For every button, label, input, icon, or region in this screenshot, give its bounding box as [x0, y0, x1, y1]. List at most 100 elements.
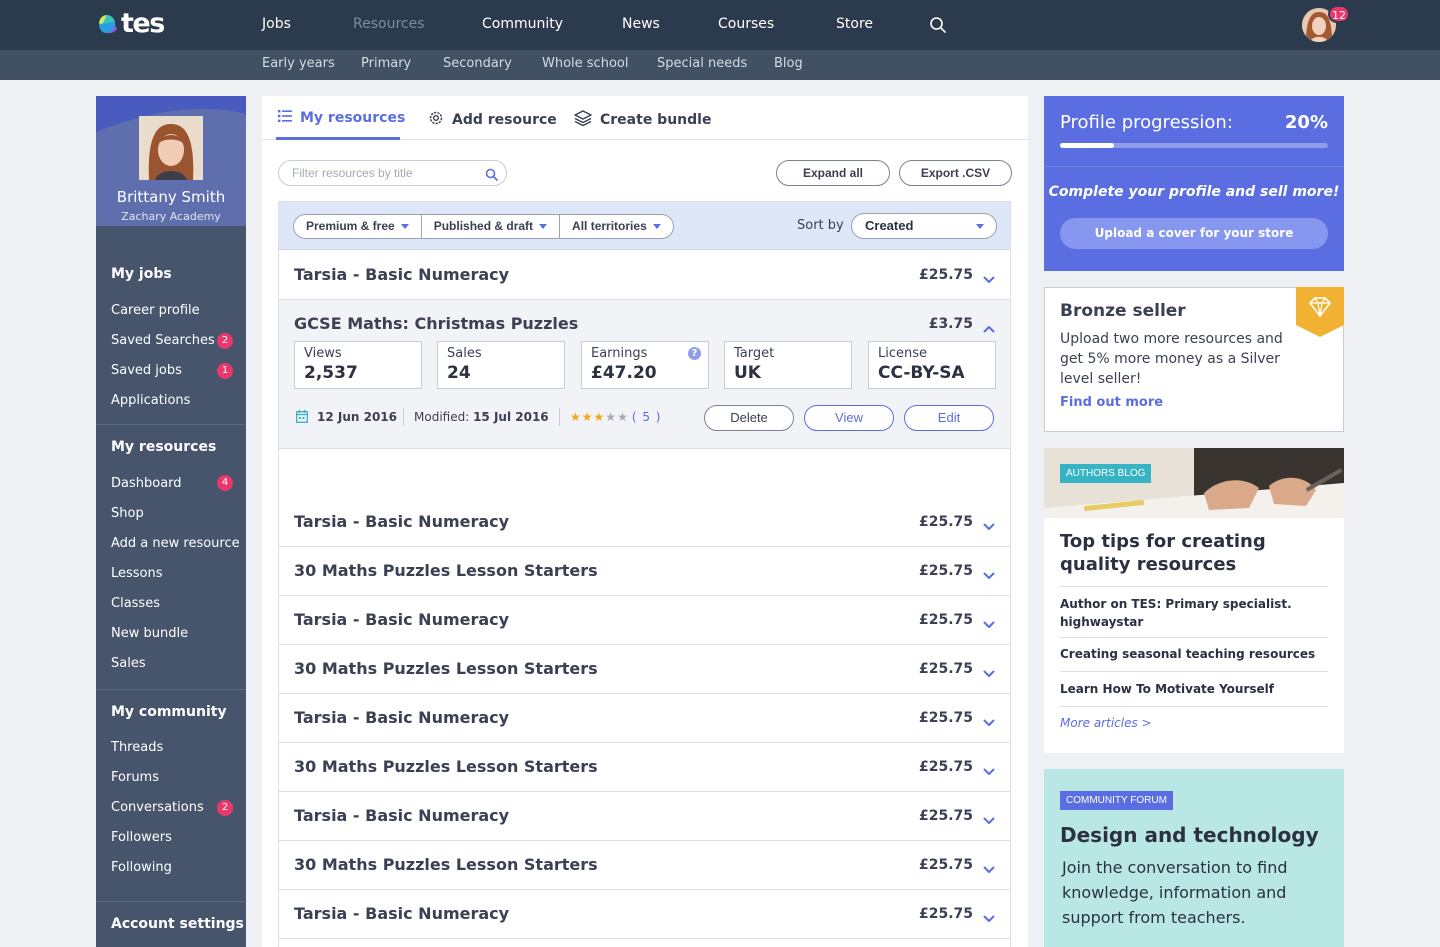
sidebar-item-followers[interactable]: Followers	[111, 830, 172, 845]
nav-community[interactable]: Community	[482, 16, 563, 32]
sidebar-item-career-profile[interactable]: Career profile	[111, 303, 200, 318]
resource-title[interactable]: 30 Maths Puzzles Lesson Starters	[294, 659, 598, 678]
progress-fill	[1060, 143, 1114, 148]
chevron-down-icon[interactable]	[983, 859, 995, 878]
chevron-down-icon[interactable]	[983, 269, 995, 288]
section-my-resources[interactable]: My resources	[111, 439, 216, 455]
resource-title[interactable]: Tarsia - Basic Numeracy	[294, 610, 509, 629]
resource-row[interactable]: Tarsia - Basic Numeracy £25.75	[279, 694, 1010, 743]
sidebar-item-following[interactable]: Following	[111, 860, 172, 875]
blog-image[interactable]	[1044, 448, 1344, 518]
resource-row[interactable]: Tarsia - Basic Numeracy £25.75	[279, 251, 1010, 300]
blog-article[interactable]: Creating seasonal teaching resources	[1060, 645, 1328, 663]
search-icon[interactable]	[485, 166, 498, 185]
resource-title[interactable]: 30 Maths Puzzles Lesson Starters	[294, 757, 598, 776]
nav-jobs[interactable]: Jobs	[262, 16, 291, 32]
resource-title[interactable]: GCSE Maths: Christmas Puzzles	[294, 314, 578, 333]
subnav-whole-school[interactable]: Whole school	[542, 56, 628, 71]
resource-title[interactable]: Tarsia - Basic Numeracy	[294, 708, 509, 727]
sidebar-item-saved-jobs[interactable]: Saved jobs	[111, 363, 182, 378]
sort-select[interactable]: Created	[851, 213, 997, 239]
tab-my-resources[interactable]: My resources	[278, 110, 405, 126]
sidebar-item-forums[interactable]: Forums	[111, 770, 159, 785]
sidebar-item-applications[interactable]: Applications	[111, 393, 190, 408]
more-articles-link[interactable]: More articles >	[1060, 716, 1152, 730]
chevron-up-icon[interactable]	[983, 318, 995, 337]
sidebar-item-conversations[interactable]: Conversations	[111, 800, 204, 815]
subnav-special-needs[interactable]: Special needs	[657, 56, 747, 71]
resource-row[interactable]: 30 Maths Puzzles Lesson Starters £25.75	[279, 547, 1010, 596]
sidebar-item-add-resource[interactable]: Add a new resource	[111, 536, 240, 551]
resource-row[interactable]: Tarsia - Basic Numeracy £25.75	[279, 596, 1010, 645]
subnav-blog[interactable]: Blog	[774, 56, 803, 71]
nav-courses[interactable]: Courses	[718, 16, 774, 32]
chevron-down-icon[interactable]	[983, 908, 995, 927]
resource-title[interactable]: Tarsia - Basic Numeracy	[294, 265, 509, 284]
nav-news[interactable]: News	[622, 16, 660, 32]
resource-row[interactable]: Tarsia - Basic Numeracy £25.75	[279, 792, 1010, 841]
subnav-early-years[interactable]: Early years	[262, 56, 335, 71]
resource-row[interactable]: 30 Maths Puzzles Lesson Starters £25.75	[279, 743, 1010, 792]
sidebar-item-threads[interactable]: Threads	[111, 740, 163, 755]
progression-title: Profile progression:	[1060, 112, 1233, 133]
created-date: 12 Jun 2016	[317, 410, 398, 424]
view-button[interactable]: View	[804, 405, 894, 431]
conversations-badge: 2	[217, 800, 233, 816]
filter-published-dropdown[interactable]: Published & draft	[422, 215, 561, 238]
export-csv-button[interactable]: Export .CSV	[899, 160, 1012, 186]
chevron-down-icon[interactable]	[983, 761, 995, 780]
rating-stars[interactable]: ★★★★★( 5 )	[570, 410, 661, 424]
tab-create-bundle[interactable]: Create bundle	[574, 110, 711, 130]
sidebar-item-new-bundle[interactable]: New bundle	[111, 626, 188, 641]
filter-input[interactable]	[292, 161, 487, 185]
blog-article[interactable]: Author on TES: Primary specialist. highw…	[1060, 595, 1328, 631]
resource-title[interactable]: Tarsia - Basic Numeracy	[294, 512, 509, 531]
resource-title[interactable]: 30 Maths Puzzles Lesson Starters	[294, 855, 598, 874]
sidebar-item-lessons[interactable]: Lessons	[111, 566, 163, 581]
section-my-jobs[interactable]: My jobs	[111, 266, 172, 282]
filter-territories-dropdown[interactable]: All territories	[560, 215, 673, 238]
help-icon[interactable]: ?	[688, 347, 701, 360]
tab-add-resource[interactable]: Add resource	[428, 110, 557, 130]
sidebar-item-classes[interactable]: Classes	[111, 596, 160, 611]
resource-title[interactable]: Tarsia - Basic Numeracy	[294, 904, 509, 923]
expand-all-button[interactable]: Expand all	[776, 160, 890, 186]
chevron-down-icon[interactable]	[983, 663, 995, 682]
resource-row[interactable]: 30 Maths Puzzles Lesson Starters £25.75	[279, 645, 1010, 694]
sidebar-item-dashboard[interactable]: Dashboard	[111, 476, 182, 491]
sidebar-item-saved-searches[interactable]: Saved Searches	[111, 333, 215, 348]
notification-badge[interactable]: 12	[1328, 5, 1350, 23]
chevron-down-icon[interactable]	[983, 614, 995, 633]
filter-premium-dropdown[interactable]: Premium & free	[294, 215, 422, 238]
delete-button[interactable]: Delete	[704, 405, 794, 431]
resource-title[interactable]: 30 Maths Puzzles Lesson Starters	[294, 561, 598, 580]
search-icon[interactable]	[929, 16, 947, 38]
chevron-down-icon[interactable]	[983, 516, 995, 535]
expanded-resource-row[interactable]: GCSE Maths: Christmas Puzzles £3.75 View…	[279, 300, 1010, 449]
section-account-settings[interactable]: Account settings	[111, 916, 244, 932]
sidebar-item-sales[interactable]: Sales	[111, 656, 146, 671]
subnav-primary[interactable]: Primary	[361, 56, 411, 71]
blog-title[interactable]: Top tips for creating quality resources	[1060, 530, 1328, 576]
chevron-down-icon[interactable]	[983, 810, 995, 829]
resource-title[interactable]: Tarsia - Basic Numeracy	[294, 806, 509, 825]
profile-photo[interactable]	[139, 116, 203, 180]
resource-row[interactable]: Tarsia - Basic Numeracy £25.75	[279, 498, 1010, 547]
filter-segments: Premium & free Published & draft All ter…	[293, 214, 674, 239]
chevron-down-icon[interactable]	[983, 712, 995, 731]
subnav-secondary[interactable]: Secondary	[443, 56, 512, 71]
section-my-community[interactable]: My community	[111, 704, 227, 720]
chevron-down-icon[interactable]	[983, 565, 995, 584]
edit-button[interactable]: Edit	[904, 405, 994, 431]
upload-cover-button[interactable]: Upload a cover for your store	[1060, 218, 1328, 249]
blog-article[interactable]: Learn How To Motivate Yourself	[1060, 680, 1328, 698]
resource-row[interactable]: Tarsia - Basic Numeracy £25.75	[279, 890, 1010, 939]
nav-store[interactable]: Store	[836, 16, 873, 32]
nav-resources[interactable]: Resources	[353, 16, 425, 32]
tes-logo[interactable]: tes	[97, 8, 165, 39]
stat-license: License CC-BY-SA	[868, 341, 996, 389]
find-out-more-link[interactable]: Find out more	[1060, 395, 1163, 410]
sidebar-item-shop[interactable]: Shop	[111, 506, 144, 521]
forum-title[interactable]: Design and technology	[1060, 823, 1319, 847]
resource-row[interactable]: 30 Maths Puzzles Lesson Starters £25.75	[279, 841, 1010, 890]
